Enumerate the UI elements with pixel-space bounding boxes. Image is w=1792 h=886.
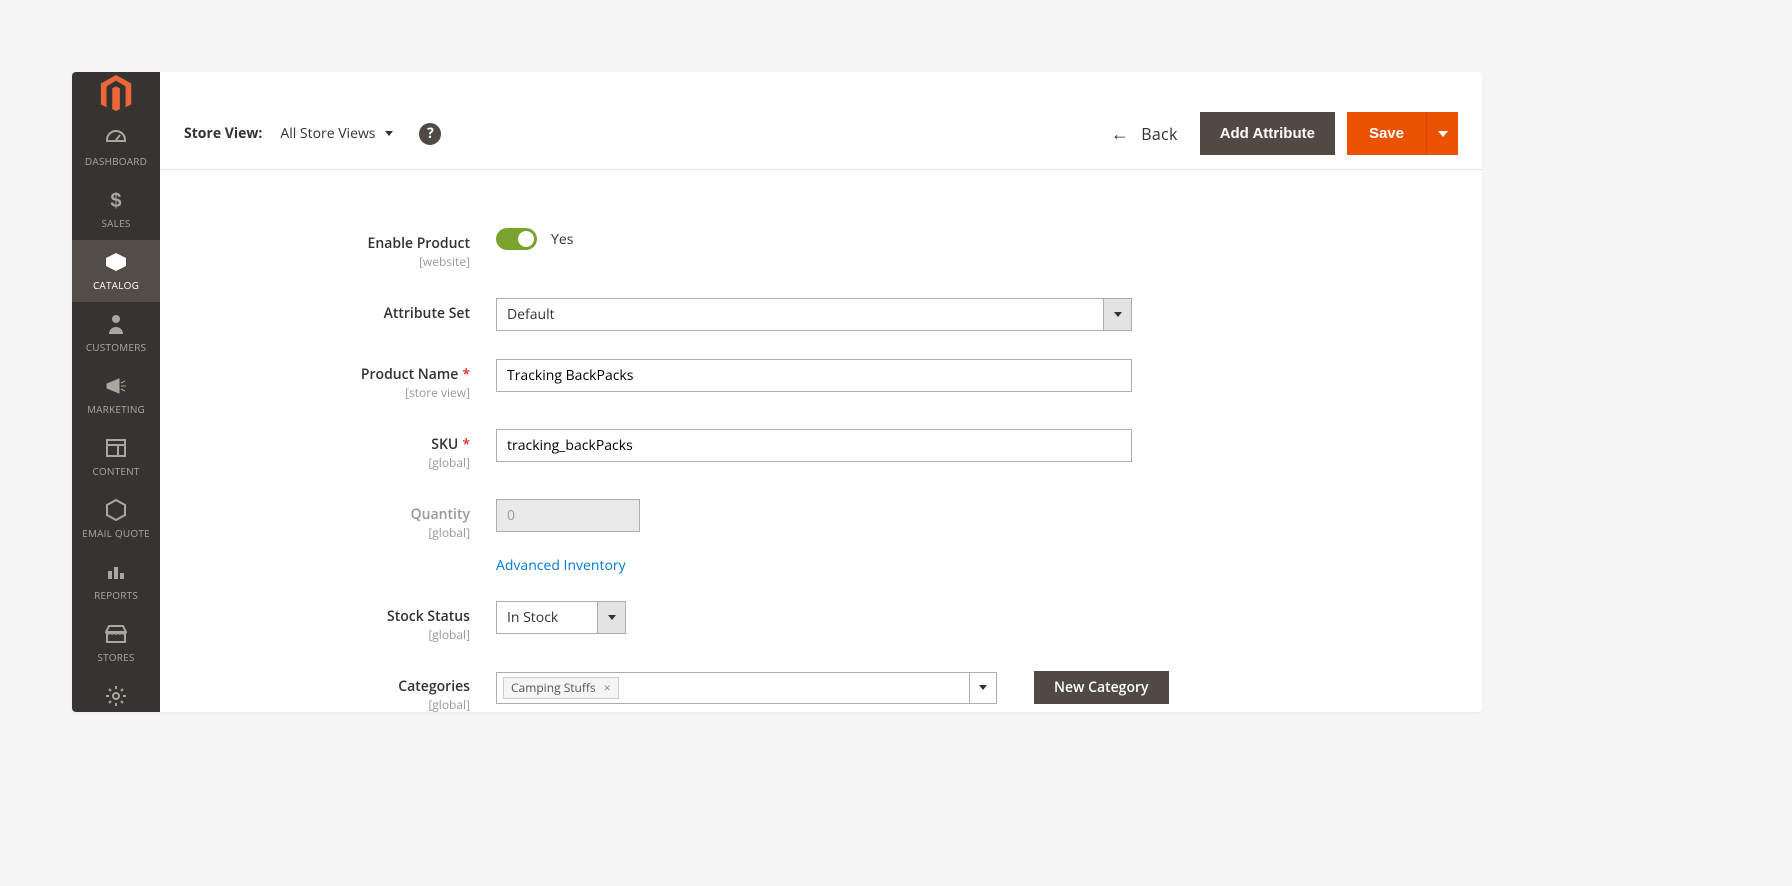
layout-icon <box>106 436 126 460</box>
stock-status-select[interactable]: In Stock <box>496 601 626 634</box>
caret-down-icon <box>1114 312 1122 317</box>
app-frame: DASHBOARD $ SALES CATALOG CUSTOMERS <box>72 72 1482 712</box>
svg-text:$: $ <box>110 190 121 211</box>
categories-field[interactable]: Camping Stuffs × <box>496 672 970 704</box>
add-attribute-button[interactable]: Add Attribute <box>1200 112 1335 155</box>
row-attribute-set: Attribute Set Default <box>190 298 1452 331</box>
save-button[interactable]: Save <box>1347 112 1426 155</box>
box-icon <box>105 250 127 274</box>
topbar: Store View: All Store Views ? ← Back Add… <box>160 72 1482 170</box>
category-chip: Camping Stuffs × <box>503 677 619 699</box>
store-view-label: Store View: <box>184 124 262 143</box>
attribute-set-value: Default <box>507 305 555 324</box>
row-categories: Categories [global] Camping Stuffs × New… <box>190 671 1452 712</box>
sidebar-item-label: REPORTS <box>94 588 138 602</box>
sidebar-item-label: EMAIL QUOTE <box>82 526 150 540</box>
store-icon <box>105 622 127 646</box>
magento-logo-icon <box>98 74 134 114</box>
megaphone-icon <box>105 374 127 398</box>
hexagon-icon <box>106 498 126 522</box>
product-name-input[interactable] <box>507 366 1121 385</box>
sidebar-item-label: MARKETING <box>87 402 145 416</box>
scope-product-name: [store view] <box>190 384 470 401</box>
new-category-button[interactable]: New Category <box>1034 671 1169 704</box>
dropdown-button[interactable] <box>1103 299 1131 330</box>
store-view-value: All Store Views <box>280 124 375 143</box>
sidebar-item-label: CUSTOMERS <box>86 340 146 354</box>
product-form: Enable Product [website] Yes Attribute S… <box>160 170 1482 712</box>
row-product-name: Product Name* [store view] <box>190 359 1452 401</box>
main-content: Store View: All Store Views ? ← Back Add… <box>160 72 1482 712</box>
categories-dropdown-button[interactable] <box>969 672 997 704</box>
sidebar-item-marketing[interactable]: MARKETING <box>72 364 160 426</box>
caret-down-icon <box>385 131 393 136</box>
label-sku: SKU* <box>190 435 470 454</box>
back-label: Back <box>1141 123 1178 145</box>
sidebar-item-dashboard[interactable]: DASHBOARD <box>72 116 160 178</box>
label-stock-status: Stock Status <box>190 607 470 626</box>
sidebar-item-email-quote[interactable]: EMAIL QUOTE <box>72 488 160 550</box>
sidebar-item-label: CATALOG <box>93 278 139 292</box>
label-enable-product: Enable Product <box>190 234 470 253</box>
label-quantity: Quantity <box>190 505 470 524</box>
row-quantity: Quantity [global] Advanced Inventory <box>190 499 1452 575</box>
advanced-inventory-link[interactable]: Advanced Inventory <box>496 556 626 575</box>
sidebar-item-label: DASHBOARD <box>85 154 147 168</box>
scope-quantity: [global] <box>190 524 470 541</box>
scope-sku: [global] <box>190 454 470 471</box>
caret-down-icon <box>979 685 987 690</box>
label-attribute-set: Attribute Set <box>190 304 470 323</box>
attribute-set-select[interactable]: Default <box>496 298 1132 331</box>
row-stock-status: Stock Status [global] In Stock <box>190 601 1452 643</box>
help-icon[interactable]: ? <box>419 123 441 145</box>
gear-icon <box>105 684 127 708</box>
store-view-select[interactable]: All Store Views <box>280 124 393 143</box>
magento-logo[interactable] <box>72 72 160 116</box>
scope-enable-product: [website] <box>190 253 470 270</box>
category-chip-label: Camping Stuffs <box>511 679 596 696</box>
sku-input[interactable] <box>507 436 1121 455</box>
sidebar-item-catalog[interactable]: CATALOG <box>72 240 160 302</box>
quantity-input <box>507 506 629 525</box>
sidebar-item-label: STORES <box>97 650 134 664</box>
sidebar-item-customers[interactable]: CUSTOMERS <box>72 302 160 364</box>
caret-down-icon <box>608 615 616 620</box>
sku-input-wrap <box>496 429 1132 462</box>
sidebar-item-stores[interactable]: STORES <box>72 612 160 674</box>
remove-chip-icon[interactable]: × <box>604 679 611 696</box>
caret-down-icon <box>1438 131 1448 137</box>
scope-categories: [global] <box>190 696 470 712</box>
quantity-input-wrap <box>496 499 640 532</box>
product-name-input-wrap <box>496 359 1132 392</box>
enable-product-value: Yes <box>551 230 573 249</box>
sidebar: DASHBOARD $ SALES CATALOG CUSTOMERS <box>72 72 160 712</box>
sidebar-item-label: CONTENT <box>92 464 139 478</box>
dropdown-button[interactable] <box>597 602 625 633</box>
row-enable-product: Enable Product [website] Yes <box>190 228 1452 270</box>
bar-chart-icon <box>106 560 126 584</box>
sidebar-item-sales[interactable]: $ SALES <box>72 178 160 240</box>
label-product-name: Product Name* <box>190 365 470 384</box>
sidebar-item-label: SALES <box>101 216 130 230</box>
person-icon <box>108 312 124 336</box>
arrow-left-icon: ← <box>1111 122 1129 146</box>
scope-stock-status: [global] <box>190 626 470 643</box>
stock-status-value: In Stock <box>507 608 558 627</box>
row-sku: SKU* [global] <box>190 429 1452 471</box>
sidebar-item-system[interactable] <box>72 674 160 712</box>
gauge-icon <box>105 126 127 150</box>
enable-product-toggle[interactable] <box>496 228 537 250</box>
label-categories: Categories <box>190 677 470 696</box>
back-link[interactable]: ← Back <box>1111 122 1178 146</box>
save-dropdown-button[interactable] <box>1426 112 1458 155</box>
sidebar-item-content[interactable]: CONTENT <box>72 426 160 488</box>
dollar-icon: $ <box>109 188 123 212</box>
sidebar-item-reports[interactable]: REPORTS <box>72 550 160 612</box>
